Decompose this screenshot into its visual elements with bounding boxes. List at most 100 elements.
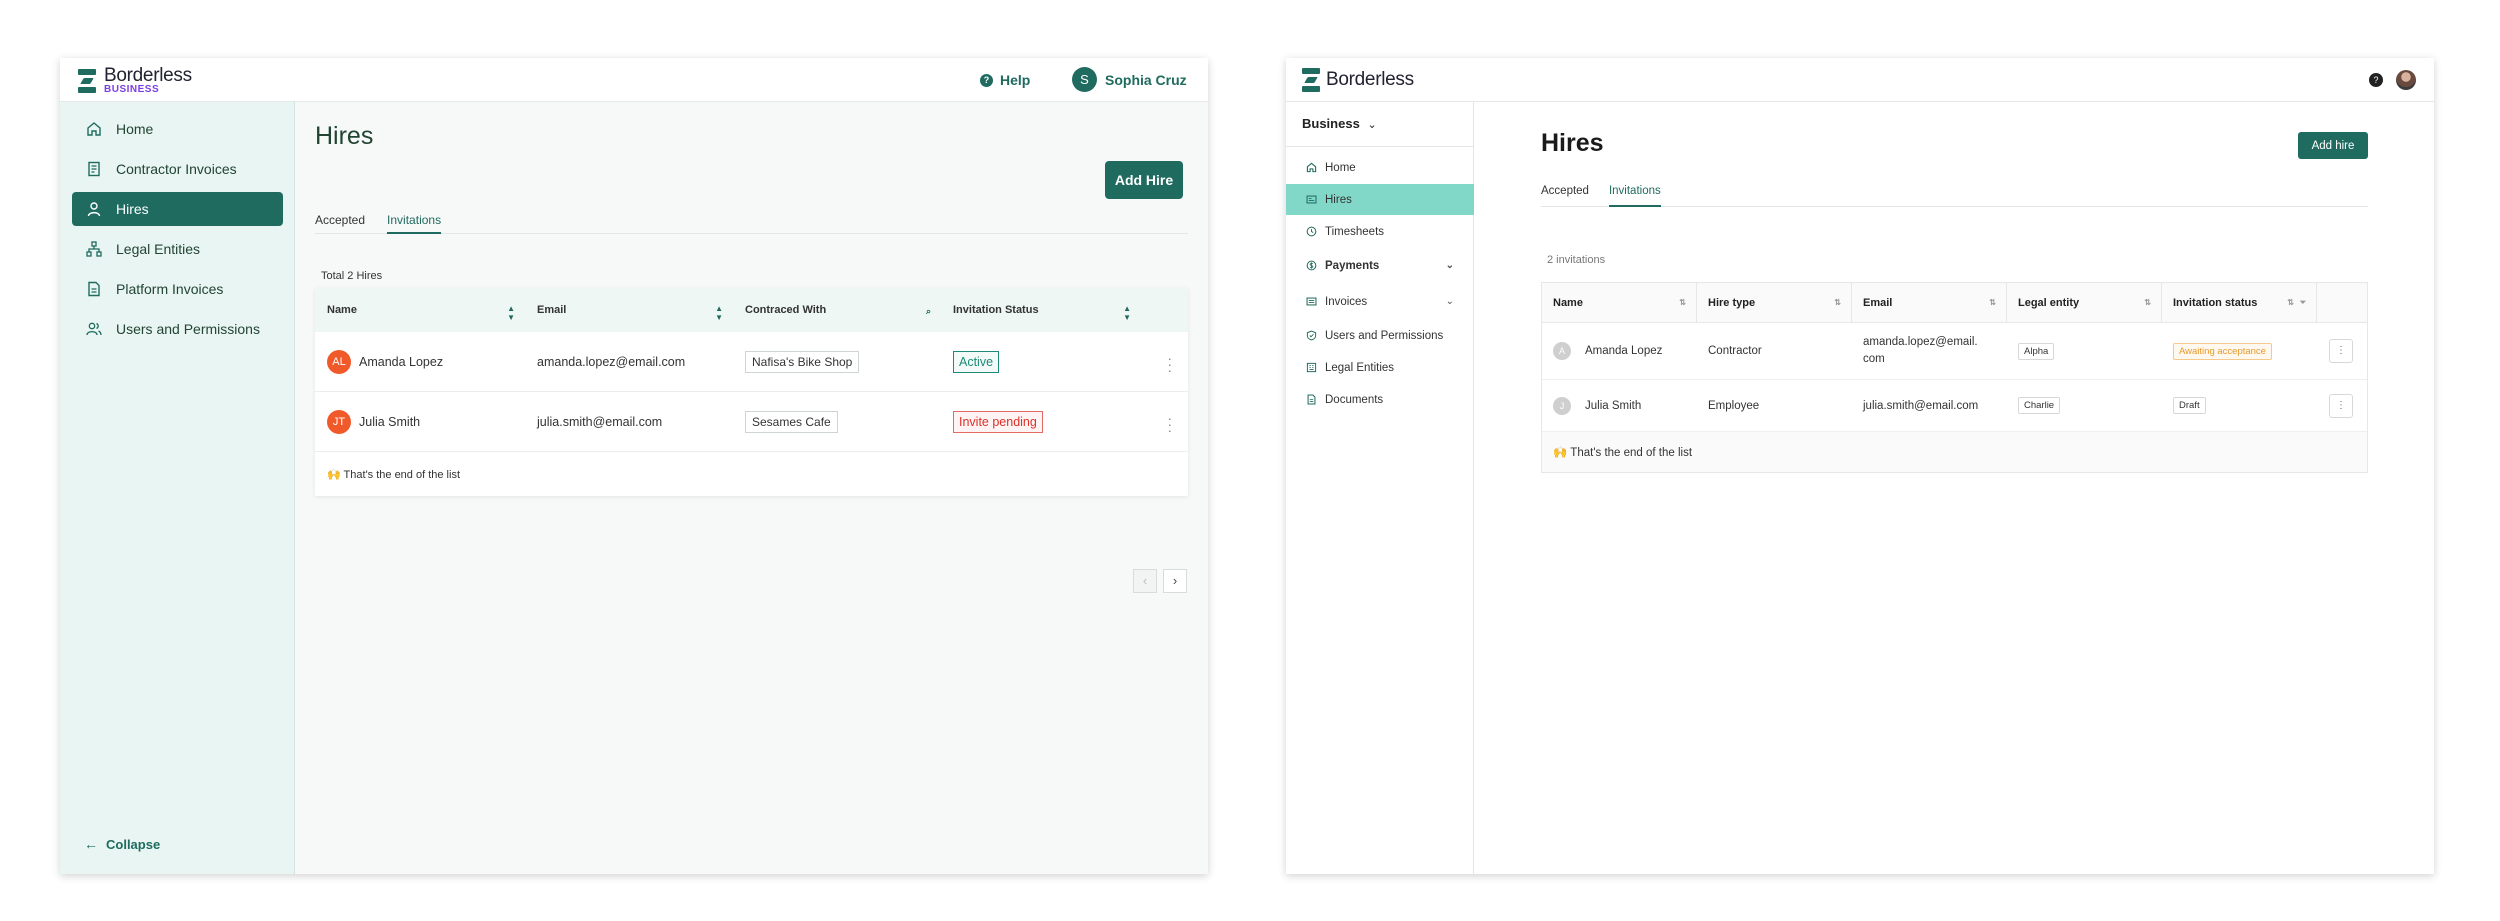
sidebar-item-timesheets[interactable]: Timesheets	[1286, 216, 1474, 247]
shield-icon	[1306, 330, 1317, 341]
hire-type: Employee	[1708, 399, 1760, 412]
tab-invitations[interactable]: Invitations	[387, 210, 442, 234]
hires-table: Name ▲ ▼ Email ▲ ▼ Contraced With ⌕ Invita…	[315, 288, 1188, 496]
sort-icon[interactable]: ▲ ▼	[507, 304, 515, 322]
column-header-invitation-status[interactable]: Invitation status ⇅ ⏷	[2162, 283, 2317, 322]
logo-mark-icon	[78, 69, 96, 93]
column-label: Legal entity	[2018, 296, 2080, 309]
tab-accepted[interactable]: Accepted	[1541, 185, 1589, 207]
contracted-with-chip: Nafisa's Bike Shop	[745, 350, 860, 373]
column-label: Email	[1863, 296, 1893, 309]
sidebar-item-users-and-permissions[interactable]: Users and Permissions	[72, 312, 283, 346]
table-row[interactable]: J Julia Smith Employee julia.smith@email…	[1542, 380, 2367, 432]
sidebar-item-documents[interactable]: Documents	[1286, 384, 1474, 415]
column-label: Invitation status	[2173, 296, 2258, 309]
sidebar-item-home[interactable]: Home	[1286, 152, 1474, 183]
business-label: Business	[1302, 116, 1360, 131]
sidebar-item-label: Legal Entities	[1325, 361, 1395, 374]
sort-icon[interactable]: ▲ ▼	[1123, 304, 1131, 322]
column-header-email[interactable]: Email ⇅	[1852, 283, 2007, 322]
column-header-email[interactable]: Email ▲ ▼	[525, 304, 733, 322]
avatar: A	[1553, 342, 1571, 360]
sidebar-item-legal-entities[interactable]: Legal Entities	[72, 232, 283, 266]
add-hire-button[interactable]: Add hire	[2298, 132, 2368, 159]
more-options-icon[interactable]: ⋮	[2329, 393, 2353, 418]
sidebar-item-hires[interactable]: Hires	[72, 192, 283, 226]
sidebar-item-hires[interactable]: Hires	[1286, 184, 1474, 215]
id-card-icon	[1306, 195, 1317, 204]
hire-name: Julia Smith	[359, 414, 421, 429]
table-row[interactable]: JT Julia Smith julia.smith@email.com Ses…	[315, 392, 1188, 452]
page-title: Hires	[1541, 129, 1604, 157]
table-header: Name ⇅ Hire type ⇅ Email ⇅ Legal entity …	[1542, 283, 2367, 323]
sort-icon[interactable]: ⇅	[2144, 298, 2151, 307]
business-switcher[interactable]: Business ⌄	[1302, 116, 1377, 131]
column-header-invitation-status[interactable]: Invitation Status ▲ ▼	[941, 304, 1141, 322]
pagination: ‹ ›	[1127, 569, 1187, 593]
tab-accepted[interactable]: Accepted	[315, 210, 365, 234]
column-header-legal-entity[interactable]: Legal entity ⇅	[2007, 283, 2162, 322]
tabs: Accepted Invitations	[1541, 185, 2368, 207]
column-label: Contraced With	[745, 304, 827, 316]
search-icon[interactable]: ⌕	[926, 306, 931, 317]
prev-page-icon[interactable]: ‹	[1133, 569, 1157, 593]
help-icon[interactable]: ?	[2369, 73, 2383, 87]
logo-mark-icon	[1302, 68, 1320, 92]
sort-icon[interactable]: ⇅	[2287, 298, 2294, 307]
tab-invitations[interactable]: Invitations	[1608, 185, 1661, 207]
column-header-name[interactable]: Name ⇅	[1542, 283, 1697, 322]
more-options-icon[interactable]: ⋮	[2329, 339, 2353, 363]
sort-icon[interactable]: ⇅	[1679, 298, 1686, 307]
column-header-hire-type[interactable]: Hire type ⇅	[1697, 283, 1852, 322]
table-row[interactable]: A Amanda Lopez Contractor amanda.lopez@e…	[1542, 323, 2367, 380]
sidebar-item-users-and-permissions[interactable]: Users and Permissions	[1286, 320, 1474, 351]
sidebar-item-contractor-invoices[interactable]: Contractor Invoices	[72, 152, 283, 186]
sort-icon[interactable]: ⇅	[1834, 298, 1841, 307]
column-label: Invitation Status	[953, 304, 1039, 316]
status-badge: Draft	[2173, 397, 2206, 414]
sort-icon[interactable]: ▲ ▼	[715, 304, 723, 322]
total-count: Total 2 Hires	[321, 270, 383, 282]
hire-email: julia.smith@email.com	[537, 414, 663, 429]
help-label: Help	[1000, 72, 1031, 88]
sidebar-item-payments[interactable]: Payments ⌄	[1286, 248, 1474, 283]
sidebar-item-label: Platform Invoices	[116, 281, 224, 297]
status-badge: Active	[953, 350, 1000, 373]
user-icon	[87, 202, 101, 217]
avatar[interactable]	[2396, 70, 2416, 90]
hire-name: Amanda Lopez	[359, 354, 444, 369]
tabs: Accepted Invitations	[315, 210, 1188, 234]
main-content: Hires Add Hire Accepted Invitations Tota…	[296, 102, 1208, 874]
invoice-icon	[88, 161, 100, 177]
sidebar-item-home[interactable]: Home	[72, 112, 283, 146]
page-title: Hires	[315, 122, 374, 150]
logo[interactable]: Borderless	[1302, 68, 1414, 92]
table-row[interactable]: AL Amanda Lopez amanda.lopez@email.com N…	[315, 332, 1188, 392]
dollar-icon	[1306, 260, 1317, 271]
sidebar-item-platform-invoices[interactable]: Platform Invoices	[72, 272, 283, 306]
sidebar-item-label: Payments	[1325, 259, 1380, 272]
sidebar-item-invoices[interactable]: Invoices ⌄	[1286, 284, 1474, 319]
column-header-name[interactable]: Name ▲ ▼	[315, 304, 525, 322]
logo[interactable]: Borderless BUSINESS	[78, 66, 192, 95]
hire-email: julia.smith@email.com	[1863, 399, 1979, 412]
arrow-left-icon: ←	[84, 836, 98, 852]
document-icon	[1307, 394, 1316, 405]
hire-email: amanda.lopez@email.	[1863, 336, 1978, 348]
sidebar-item-label: Invoices	[1325, 295, 1368, 308]
more-options-icon[interactable]: · · ·	[1168, 352, 1172, 377]
help-link[interactable]: ? Help	[980, 72, 1030, 88]
help-icon: ?	[980, 73, 993, 87]
collapse-button[interactable]: ← Collapse	[84, 836, 160, 852]
sidebar-item-label: Documents	[1325, 393, 1384, 406]
sidebar-item-legal-entities[interactable]: Legal Entities	[1286, 352, 1474, 383]
add-hire-button[interactable]: Add Hire	[1105, 161, 1183, 199]
filter-icon[interactable]: ⏷	[2300, 298, 2306, 308]
column-label: Name	[327, 304, 357, 316]
user-menu[interactable]: S Sophia Cruz	[1072, 67, 1187, 92]
sort-icon[interactable]: ⇅	[1989, 298, 1996, 307]
hire-name: Amanda Lopez	[1585, 345, 1663, 357]
next-page-icon[interactable]: ›	[1163, 569, 1187, 593]
column-header-contracted-with[interactable]: Contraced With ⌕	[733, 304, 941, 316]
more-options-icon[interactable]: · · ·	[1168, 412, 1172, 437]
